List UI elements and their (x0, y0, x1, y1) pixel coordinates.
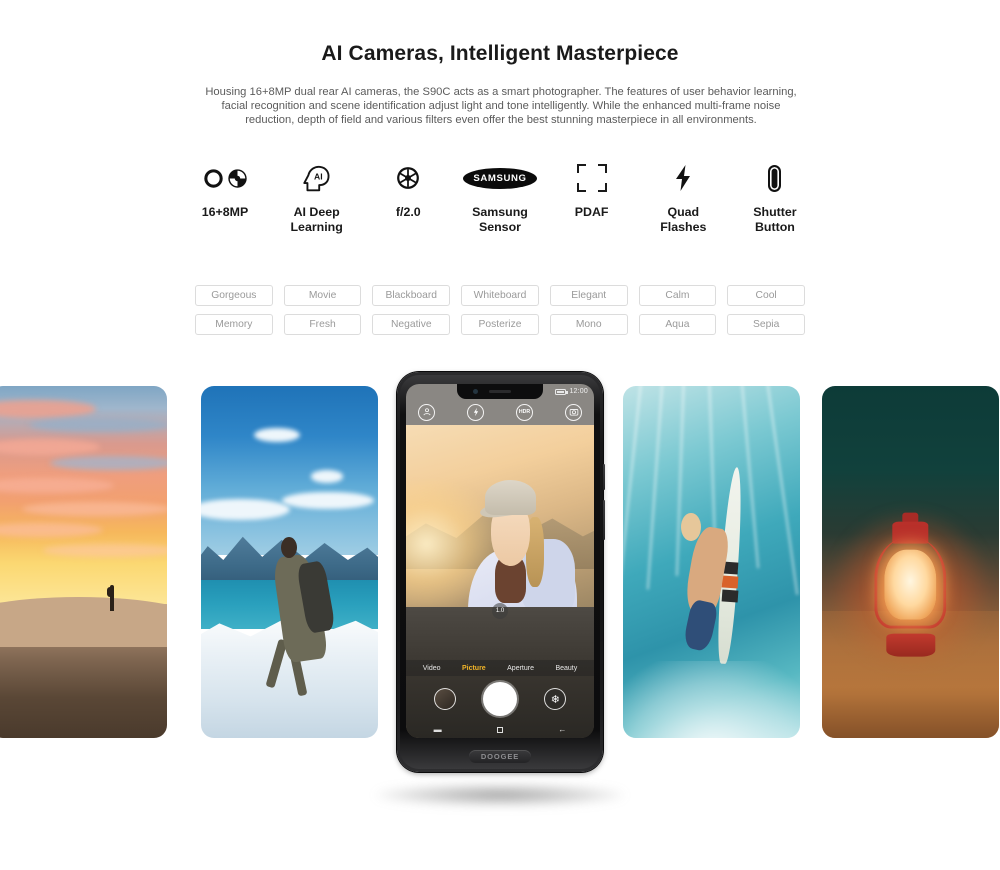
earpiece-speaker-icon (489, 390, 511, 393)
gallery-thumbnail-button[interactable] (433, 688, 456, 710)
filter-tag[interactable]: Posterize (461, 314, 539, 335)
product-feature-page: AI Cameras, Intelligent Masterpiece Hous… (0, 0, 1000, 870)
feature-item-shutter-button: Shutter Button (730, 160, 820, 235)
status-clock: 12:00 (569, 388, 588, 395)
filter-tag[interactable]: Calm (638, 285, 717, 306)
filter-tag[interactable]: Gorgeous (195, 285, 273, 306)
filter-tag[interactable]: Aqua (638, 314, 717, 335)
feature-label: PDAF (574, 205, 609, 219)
focus-brackets-icon (547, 160, 637, 196)
shutter-pill-icon (730, 160, 820, 196)
feature-label: Samsung Sensor (472, 205, 528, 234)
camera-top-bar: HDR (406, 399, 594, 425)
feature-item-quad-flashes: Quad Flashes (638, 160, 728, 235)
android-nav-bar: ▬ ← (406, 722, 594, 738)
camera-controls: ❄ (406, 676, 594, 722)
mountain-hiker-photo (201, 386, 378, 738)
hiker-head (280, 537, 297, 559)
figure-silhouette (107, 584, 115, 611)
page-description: Housing 16+8MP dual rear AI cameras, the… (205, 86, 797, 127)
lantern (870, 512, 951, 657)
page-title: AI Cameras, Intelligent Masterpiece (321, 42, 679, 65)
filter-tag[interactable]: Blackboard (372, 285, 451, 306)
phone-chin: DOOGEE (397, 740, 603, 772)
recents-button[interactable]: ▬ (434, 726, 442, 734)
mode-beauty[interactable]: Beauty (555, 665, 577, 672)
phone-mockup: 1.0 Video Picture Aperture Beauty ❄ ▬ ← … (397, 372, 605, 772)
ai-scene-icon[interactable] (418, 403, 435, 421)
underwater-surfer-photo (623, 386, 800, 738)
brand-logo: DOOGEE (469, 749, 531, 763)
samsung-logo-icon: SAMSUNG (455, 160, 545, 196)
back-button[interactable]: ← (558, 726, 566, 734)
filter-tag[interactable]: Sepia (727, 314, 805, 335)
flash-icon[interactable] (467, 403, 484, 421)
feature-icon-strip: 16+8MP AI AI Deep Learning f/2.0 SAMSUNG… (180, 160, 820, 235)
feature-item-16-8mp: 16+8MP (180, 160, 270, 220)
switch-camera-icon[interactable] (565, 403, 582, 421)
mode-aperture[interactable]: Aperture (507, 665, 534, 672)
filter-tag[interactable]: Movie (283, 285, 362, 306)
screen-notch (457, 384, 543, 399)
filter-button[interactable]: ❄ (544, 688, 567, 710)
feature-item-aperture-f20: f/2.0 (363, 160, 453, 220)
feature-item-pdaf: PDAF (547, 160, 637, 220)
feature-item-ai-deep-learning: AI AI Deep Learning (272, 160, 362, 235)
mode-video[interactable]: Video (423, 665, 441, 672)
dual-aperture-icon (180, 160, 270, 196)
mode-picture[interactable]: Picture (462, 665, 486, 672)
filter-tag[interactable]: Cool (727, 285, 805, 306)
lightning-bolt-icon (638, 160, 728, 196)
front-camera-icon (473, 389, 478, 394)
aperture-wheel-icon (363, 160, 453, 196)
shutter-button[interactable] (482, 682, 517, 716)
feature-label: AI Deep Learning (290, 205, 343, 234)
ai-head-icon: AI (272, 160, 362, 196)
feature-label: f/2.0 (395, 205, 421, 219)
feature-item-samsung-sensor: SAMSUNG Samsung Sensor (455, 160, 545, 235)
filter-tag[interactable]: Elegant (549, 285, 628, 306)
red-lantern-photo (822, 386, 999, 738)
filter-tag[interactable]: Negative (372, 314, 451, 335)
samsung-wordmark: SAMSUNG (462, 167, 537, 189)
phone-drop-shadow (375, 784, 625, 806)
feature-label: 16+8MP (201, 205, 249, 219)
feature-label: Quad Flashes (660, 205, 707, 234)
camera-mode-switcher: Video Picture Aperture Beauty (406, 660, 594, 676)
battery-icon (555, 388, 568, 395)
home-button[interactable] (496, 727, 503, 733)
filter-tag[interactable]: Mono (549, 314, 628, 335)
filter-tag[interactable]: Memory (195, 314, 273, 335)
filter-tag[interactable]: Fresh (283, 314, 362, 335)
filter-tag-grid: Gorgeous Movie Blackboard Whiteboard Ele… (195, 285, 805, 335)
filter-tag[interactable]: Whiteboard (461, 285, 539, 306)
svg-text:AI: AI (314, 171, 323, 181)
desert-sunset-photo (0, 386, 167, 738)
surfer-head (681, 512, 701, 541)
zoom-level-indicator[interactable]: 1.0 (492, 603, 508, 620)
hdr-icon[interactable]: HDR (516, 403, 533, 421)
phone-screen: 1.0 Video Picture Aperture Beauty ❄ ▬ ← … (406, 384, 594, 738)
feature-label: Shutter Button (753, 205, 797, 234)
